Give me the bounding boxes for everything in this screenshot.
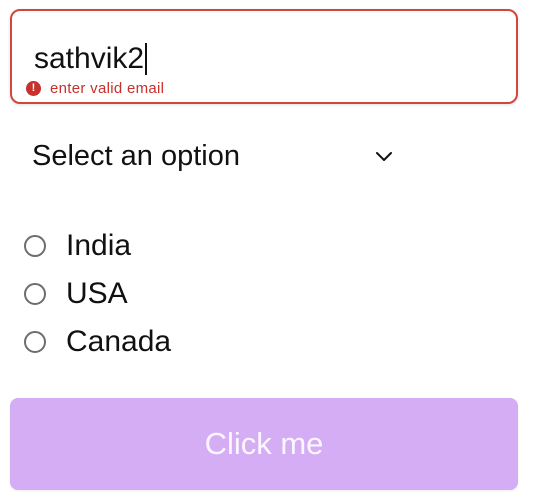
country-radio-group: India USA Canada	[24, 222, 171, 366]
error-message: enter valid email	[50, 80, 165, 97]
radio-button[interactable]	[24, 235, 46, 257]
radio-option-canada[interactable]: Canada	[24, 318, 171, 366]
email-value: sathvik2	[34, 42, 145, 75]
select-value: Select an option	[32, 139, 240, 172]
radio-option-usa[interactable]: USA	[24, 270, 171, 318]
radio-button[interactable]	[24, 283, 46, 305]
email-value-wrapper: sathvik2	[34, 41, 148, 77]
chevron-down-icon	[376, 152, 392, 161]
radio-label: Canada	[66, 325, 172, 358]
radio-option-india[interactable]: India	[24, 222, 171, 270]
radio-button[interactable]	[24, 331, 46, 353]
radio-label: USA	[66, 277, 128, 310]
country-select[interactable]: Select an option	[32, 136, 402, 176]
email-error: ! enter valid email	[26, 80, 164, 97]
click-me-button[interactable]: Click me	[10, 398, 518, 490]
form-container: sathvik2 ! enter valid email Select an o…	[0, 0, 536, 498]
radio-label: India	[66, 229, 132, 262]
email-field[interactable]: sathvik2 ! enter valid email	[10, 9, 518, 104]
text-caret	[145, 43, 148, 75]
error-icon: !	[26, 81, 41, 96]
